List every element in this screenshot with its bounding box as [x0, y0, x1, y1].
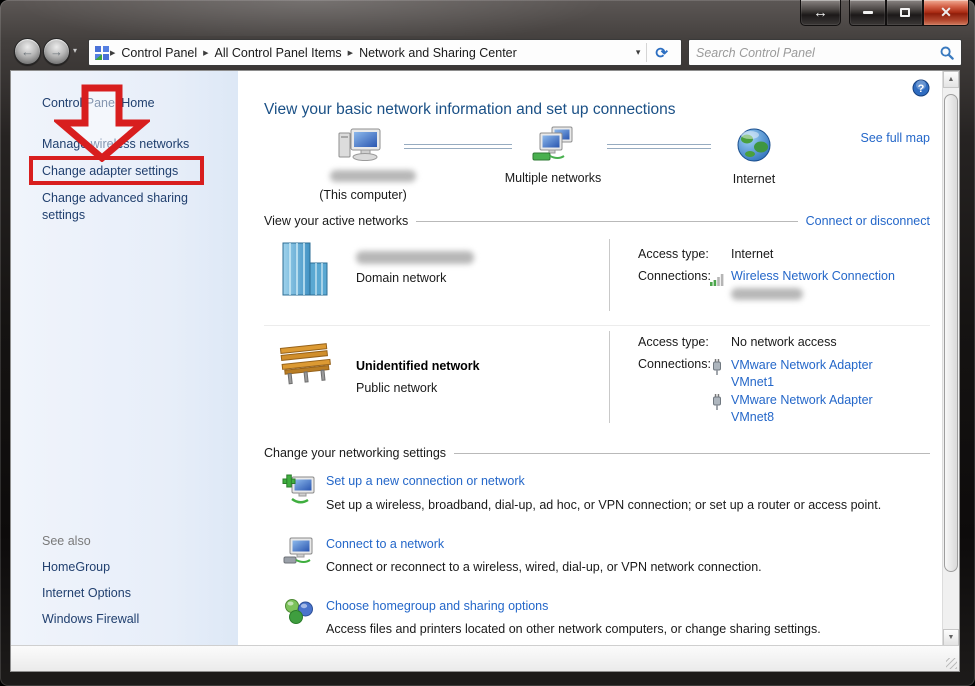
back-icon: ← [21, 44, 34, 59]
connect-network-icon [282, 535, 316, 569]
breadcrumb-all-items[interactable]: All Control Panel Items [209, 46, 348, 60]
choose-homegroup-link[interactable]: Choose homegroup and sharing options [326, 599, 548, 613]
resize-grip-icon[interactable] [946, 658, 957, 669]
domain-network-type: Domain network [356, 271, 447, 285]
help-button[interactable]: ? [912, 79, 930, 97]
header-rule [454, 452, 930, 454]
sidebar-item-change-adapter-settings[interactable]: Change adapter settings [42, 164, 178, 178]
active-networks-header-row: View your active networks Connect or dis… [264, 214, 930, 228]
window: ↔ ✕ ← → ▾ ▶ Control Panel ▶ All Control … [0, 0, 975, 686]
ssid-blurred [731, 288, 803, 300]
sidebar-item-manage-wireless-networks[interactable]: Manage wireless networks [42, 137, 189, 151]
back-button[interactable]: ← [14, 38, 41, 65]
domain-network-icon[interactable] [278, 241, 332, 299]
address-dropdown-icon[interactable]: ▾ [630, 47, 647, 58]
new-connection-icon [282, 472, 316, 506]
maximize-button[interactable] [886, 0, 923, 26]
sidebar-item-homegroup[interactable]: HomeGroup [42, 560, 110, 574]
forward-button[interactable]: → [43, 38, 70, 65]
vmware-adapter-vmnet8-link[interactable]: VMware Network Adapter VMnet8 [731, 392, 899, 426]
connections-label: Connections: [638, 269, 711, 283]
connections-label: Connections: [638, 357, 711, 371]
sidebar-item-internet-options[interactable]: Internet Options [42, 586, 131, 600]
this-computer-icon[interactable] [338, 127, 382, 163]
close-button[interactable]: ✕ [923, 0, 969, 26]
sidebar-item-change-advanced-sharing[interactable]: Change advanced sharing settings [42, 190, 214, 224]
status-bar [11, 645, 959, 671]
content-frame: Control Panel Home Manage wireless netwo… [10, 70, 960, 672]
active-networks-heading: View your active networks [264, 214, 409, 228]
access-type-value: Internet [731, 247, 774, 261]
setup-new-connection-desc: Set up a wireless, broadband, dial-up, a… [326, 498, 882, 512]
adapter-plug-icon [712, 394, 722, 410]
search-input[interactable] [696, 45, 940, 60]
sidebar: Control Panel Home Manage wireless netwo… [11, 71, 238, 646]
adapter-plug-icon [712, 359, 722, 375]
network-divider [609, 239, 610, 311]
see-full-map-link[interactable]: See full map [861, 131, 930, 145]
see-also-heading: See also [42, 534, 91, 548]
internet-globe-icon[interactable] [736, 127, 772, 163]
vmware-adapter-vmnet1-link[interactable]: VMware Network Adapter VMnet1 [731, 357, 899, 391]
scroll-down-icon: ▼ [947, 634, 955, 641]
connect-or-disconnect-link[interactable]: Connect or disconnect [806, 214, 930, 228]
flip-window-button[interactable]: ↔ [800, 0, 841, 26]
refresh-button[interactable]: ⟳ [647, 44, 676, 62]
internet-label: Internet [732, 172, 776, 186]
settings-header-row: Change your networking settings [264, 446, 930, 460]
computer-name-blurred [330, 170, 416, 182]
scroll-up-button[interactable]: ▲ [943, 71, 959, 88]
flip-icon: ↔ [813, 4, 828, 21]
minimize-icon [862, 11, 873, 14]
choose-homegroup-desc: Access files and printers located on oth… [326, 622, 821, 636]
public-network-bench-icon[interactable] [276, 339, 334, 385]
sidebar-item-control-panel-home[interactable]: Control Panel Home [42, 96, 155, 110]
close-icon: ✕ [940, 4, 952, 20]
wifi-signal-icon [710, 272, 726, 286]
maximize-icon [899, 8, 910, 17]
search-icon[interactable] [940, 46, 954, 60]
wireless-connection-link[interactable]: Wireless Network Connection [731, 269, 895, 283]
breadcrumb-network-sharing-center[interactable]: Network and Sharing Center [353, 46, 523, 60]
connect-to-network-link[interactable]: Connect to a network [326, 537, 444, 551]
minimize-button[interactable] [849, 0, 886, 26]
network-row-divider [264, 325, 930, 326]
page-title: View your basic network information and … [264, 101, 676, 118]
breadcrumb-control-panel[interactable]: Control Panel [115, 46, 203, 60]
address-bar[interactable]: ▶ Control Panel ▶ All Control Panel Item… [88, 39, 682, 66]
unidentified-network-name: Unidentified network [356, 359, 480, 373]
scrollbar-thumb[interactable] [944, 94, 958, 572]
forward-icon: → [50, 44, 63, 59]
vertical-scrollbar[interactable]: ▲ ▼ [942, 71, 959, 646]
access-type-value: No network access [731, 335, 837, 349]
domain-name-blurred [356, 251, 474, 264]
chevron-down-icon: ▾ [73, 46, 78, 55]
map-connector-line [404, 144, 512, 149]
control-panel-icon [95, 45, 109, 60]
scroll-up-icon: ▲ [947, 76, 955, 83]
scroll-down-button[interactable]: ▼ [943, 629, 959, 646]
this-computer-label: (This computer) [319, 188, 407, 202]
access-type-label: Access type: [638, 247, 709, 261]
access-type-label: Access type: [638, 335, 709, 349]
multiple-networks-icon[interactable] [529, 126, 577, 164]
setup-new-connection-link[interactable]: Set up a new connection or network [326, 474, 525, 488]
header-rule [416, 220, 798, 222]
network-divider [609, 331, 610, 423]
multiple-networks-label: Multiple networks [504, 171, 602, 185]
sidebar-item-windows-firewall[interactable]: Windows Firewall [42, 612, 139, 626]
main-pane: ? View your basic network information an… [238, 71, 944, 646]
homegroup-icon [284, 597, 314, 625]
help-icon: ? [918, 83, 925, 95]
recent-pages-dropdown[interactable]: ▾ [73, 46, 77, 55]
connect-to-network-desc: Connect or reconnect to a wireless, wire… [326, 560, 762, 574]
public-network-type: Public network [356, 381, 438, 395]
search-box[interactable] [688, 39, 962, 66]
map-connector-line [607, 144, 711, 149]
settings-heading: Change your networking settings [264, 446, 447, 460]
